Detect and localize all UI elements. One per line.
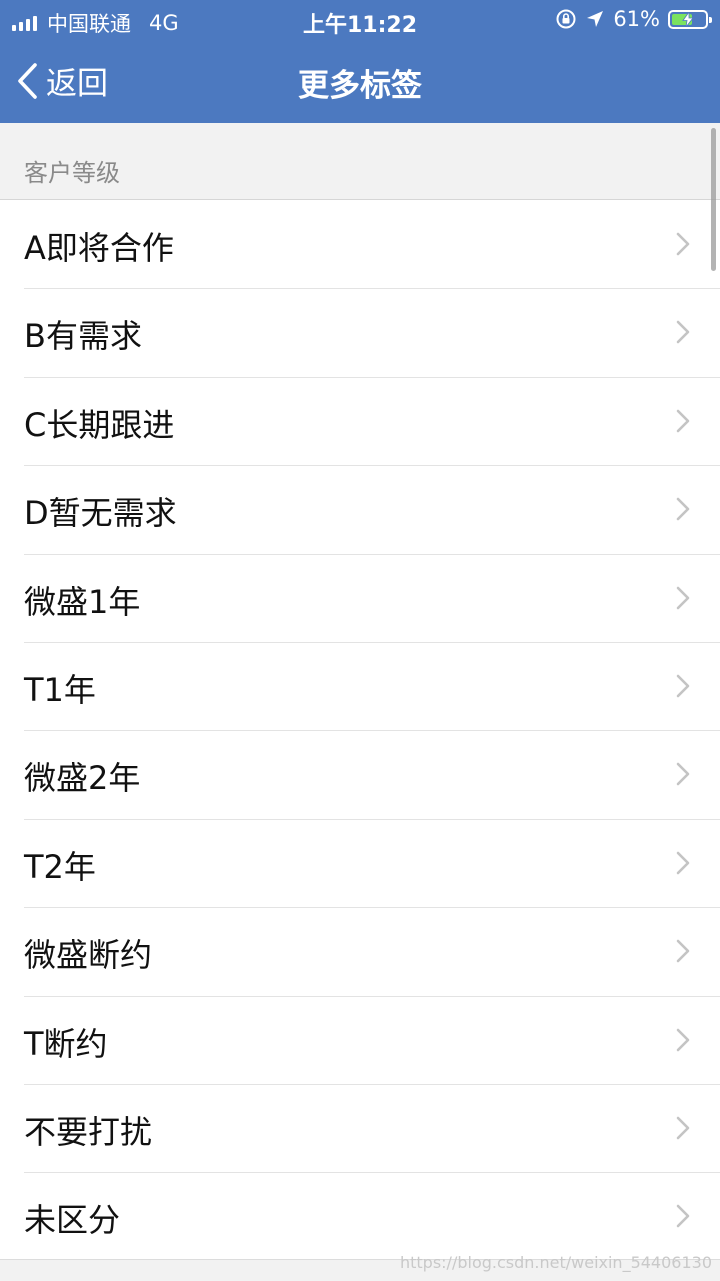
list-item[interactable]: 微盛断约 — [0, 908, 720, 997]
list-item[interactable]: T2年 — [0, 820, 720, 909]
list-item-label: A即将合作 — [24, 229, 174, 267]
status-right: 61% — [555, 7, 712, 31]
status-bar: 中国联通 4G 上午11:22 61% — [0, 0, 720, 40]
chevron-right-icon — [676, 763, 690, 786]
section-label: 客户等级 — [24, 159, 120, 187]
list-item[interactable]: 微盛2年 — [0, 731, 720, 820]
chevron-right-icon — [676, 321, 690, 344]
list-item-label: B有需求 — [24, 317, 142, 356]
list-item-label: C长期跟进 — [24, 405, 175, 444]
list-item[interactable]: C长期跟进 — [0, 378, 720, 467]
orientation-lock-icon — [556, 9, 576, 29]
list-item-label: D暂无需求 — [24, 494, 177, 533]
scrollbar[interactable] — [711, 128, 716, 271]
list-item-label: 微盛1年 — [24, 582, 141, 621]
list-item-label: 微盛断约 — [24, 936, 153, 975]
chevron-right-icon — [676, 1116, 690, 1140]
app-header: 中国联通 4G 上午11:22 61% 返回 更多标签 — [0, 0, 720, 123]
battery-percent: 61% — [613, 7, 660, 31]
nav-bar: 返回 更多标签 — [0, 40, 720, 123]
list-item-label: 微盛2年 — [24, 759, 141, 798]
chevron-right-icon — [676, 497, 690, 521]
location-arrow-icon — [587, 11, 604, 27]
list-item[interactable]: A即将合作 — [0, 201, 720, 290]
tag-list: A即将合作 B有需求 C长期跟进 D暂无需求 微盛1年 T1年 微盛2年 T2年 — [0, 201, 720, 1262]
battery-nub — [709, 16, 712, 23]
list-item-label: T断约 — [24, 1024, 108, 1063]
list-item[interactable]: 不要打扰 — [0, 1085, 720, 1174]
list-item[interactable]: T1年 — [0, 643, 720, 732]
list-item[interactable]: 未区分 — [0, 1173, 720, 1261]
list-item[interactable]: B有需求 — [0, 289, 720, 378]
page-title: 更多标签 — [298, 68, 422, 104]
chevron-right-icon — [676, 1028, 690, 1051]
battery-charging-icon — [668, 9, 712, 29]
list-item[interactable]: D暂无需求 — [0, 466, 720, 555]
list-item-label: 不要打扰 — [24, 1112, 153, 1151]
chevron-right-icon — [676, 586, 690, 609]
chevron-right-icon — [676, 674, 690, 698]
section-header: 客户等级 — [0, 123, 720, 200]
chevron-right-icon — [676, 409, 690, 433]
charging-bolt-icon — [682, 11, 694, 27]
list-item[interactable]: 微盛1年 — [0, 555, 720, 643]
list-item-label: T1年 — [24, 670, 96, 709]
list-item[interactable]: T断约 — [0, 997, 720, 1085]
list-item-label: T2年 — [24, 847, 96, 886]
list-item-label: 未区分 — [24, 1201, 121, 1240]
chevron-right-icon — [676, 232, 690, 256]
watermark-text: https://blog.csdn.net/weixin_54406130 — [399, 1253, 712, 1272]
chevron-right-icon — [676, 939, 690, 963]
chevron-right-icon — [676, 851, 690, 875]
chevron-right-icon — [676, 1204, 690, 1228]
